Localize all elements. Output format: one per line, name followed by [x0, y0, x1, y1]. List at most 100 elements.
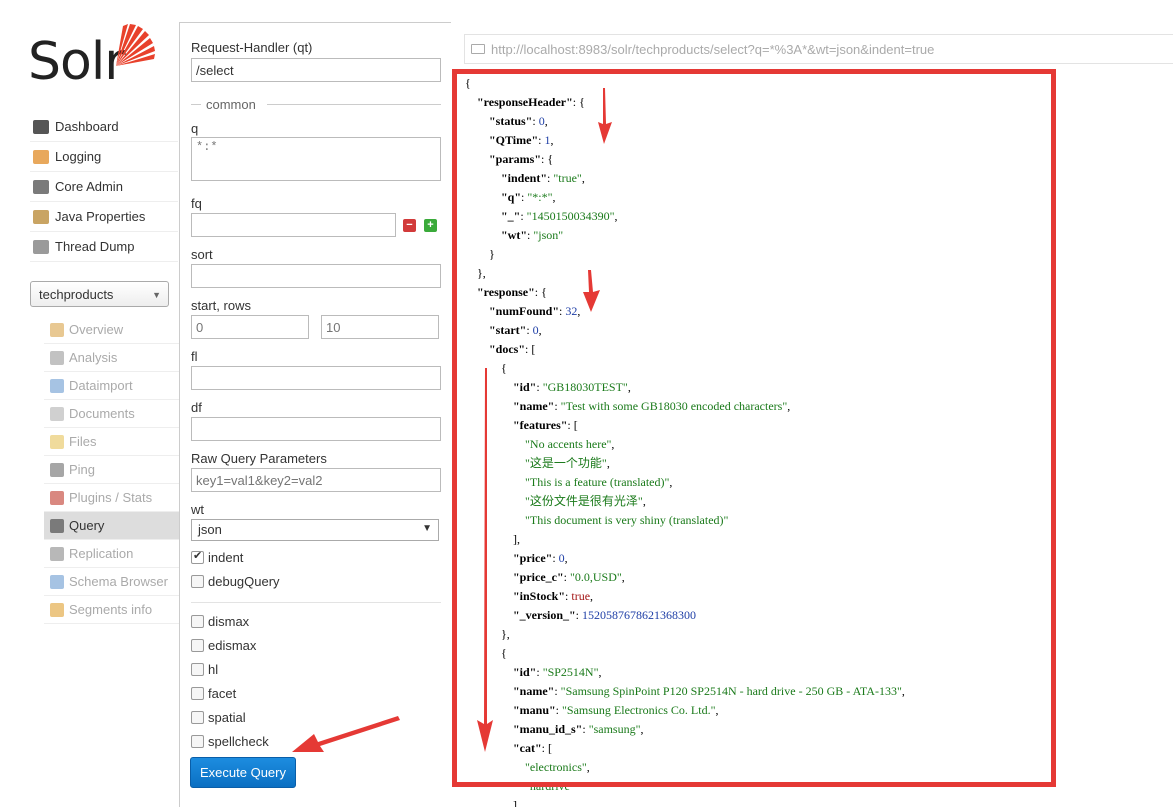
- json-key: "manu_id_s": [513, 722, 583, 736]
- core-selector[interactable]: techproducts ▼: [30, 281, 169, 307]
- nav-item-label: Dashboard: [55, 119, 119, 134]
- add-fq-icon[interactable]: +: [424, 219, 437, 232]
- home-icon: [50, 322, 64, 337]
- core-nav-item-label: Overview: [69, 322, 124, 337]
- start-input[interactable]: [191, 315, 309, 339]
- json-punct: ,: [901, 684, 905, 698]
- core-nav-item-query[interactable]: Query: [44, 512, 180, 540]
- df-label: df: [191, 400, 202, 415]
- hl-checkbox[interactable]: [191, 663, 204, 676]
- json-key: "inStock": [513, 589, 566, 603]
- sort-input[interactable]: [191, 264, 441, 288]
- json-punct: ,: [581, 171, 585, 185]
- core-nav-item-schema-browser[interactable]: Schema Browser: [44, 568, 180, 596]
- core-nav-item-documents[interactable]: Documents: [44, 400, 180, 428]
- core-nav-item-replication[interactable]: Replication: [44, 540, 180, 568]
- debug-query-checkbox[interactable]: [191, 575, 204, 588]
- core-nav-item-overview[interactable]: Overview: [44, 316, 180, 344]
- json-key: "price": [513, 551, 553, 565]
- df-input[interactable]: [191, 417, 441, 441]
- json-line: "docs": [: [489, 342, 535, 356]
- core-nav-item-dataimport[interactable]: Dataimport: [44, 372, 180, 400]
- core-nav-item-label: Analysis: [69, 350, 118, 365]
- spellcheck-checkbox[interactable]: [191, 735, 204, 748]
- json-punct: {: [465, 76, 471, 90]
- nav-item-dashboard[interactable]: Dashboard: [30, 112, 178, 142]
- q-input[interactable]: *:*: [191, 137, 441, 181]
- core-nav-item-label: Query: [69, 518, 105, 533]
- spatial-checkbox[interactable]: [191, 711, 204, 724]
- json-key: "indent": [501, 171, 548, 185]
- json-line: "id": "SP2514N",: [513, 665, 602, 679]
- json-line: "这份文件是很有光泽",: [525, 494, 646, 508]
- fq-input[interactable]: [191, 213, 396, 237]
- json-key: "id": [513, 665, 537, 679]
- json-punct: ,: [614, 209, 618, 223]
- json-key: "_version_": [513, 608, 576, 622]
- json-line: "QTime": 1,: [489, 133, 553, 147]
- json-line: }: [489, 247, 495, 261]
- schema-browser-icon: [50, 574, 64, 589]
- dismax-checkbox[interactable]: [191, 615, 204, 628]
- json-line: {: [501, 646, 507, 660]
- json-line: {: [465, 76, 471, 90]
- query-form: Request-Handler (qt) common q *:* fq − +…: [179, 22, 451, 807]
- core-nav-item-segments-info[interactable]: Segments info: [44, 596, 180, 624]
- solr-logo[interactable]: Solr: [28, 22, 168, 92]
- wt-select[interactable]: json ▼: [191, 519, 439, 541]
- json-key: "wt": [501, 228, 527, 242]
- common-legend: common: [206, 97, 256, 112]
- core-nav-item-ping[interactable]: Ping: [44, 456, 180, 484]
- core-nav-item-label: Replication: [69, 546, 134, 561]
- facet-checkbox[interactable]: [191, 687, 204, 700]
- request-handler-input[interactable]: [191, 58, 441, 82]
- json-line: "_": "1450150034390",: [501, 209, 617, 223]
- json-line: "name": "Test with some GB18030 encoded …: [513, 399, 790, 413]
- json-punct: : [: [525, 342, 536, 356]
- json-punct: ,: [544, 114, 548, 128]
- execute-query-button[interactable]: Execute Query: [190, 757, 296, 788]
- json-punct: ,: [564, 551, 568, 565]
- nav-item-thread-dump[interactable]: Thread Dump: [30, 232, 178, 262]
- json-key: "name": [513, 684, 555, 698]
- main-nav: Dashboard Logging Core Admin Java Propertie…: [30, 112, 178, 262]
- json-value: 1520587678621368300: [582, 608, 696, 622]
- common-fieldset: common: [191, 97, 441, 112]
- nav-item-label: Java Properties: [55, 209, 146, 224]
- json-punct: ],: [513, 798, 520, 807]
- fq-label: fq: [191, 196, 202, 211]
- json-line: "manu": "Samsung Electronics Co. Ltd.",: [513, 703, 718, 717]
- json-key: "_": [501, 209, 521, 223]
- nav-item-core-admin[interactable]: Core Admin: [30, 172, 178, 202]
- fl-input[interactable]: [191, 366, 441, 390]
- nav-item-java-properties[interactable]: Java Properties: [30, 202, 178, 232]
- dismax-label: dismax: [208, 614, 250, 629]
- link-icon: [471, 44, 485, 54]
- json-punct: ,: [590, 589, 594, 603]
- json-line: "params": {: [489, 152, 553, 166]
- rows-input[interactable]: [321, 315, 439, 339]
- json-key: "manu": [513, 703, 556, 717]
- json-punct: ,: [552, 190, 556, 204]
- json-key: "cat": [513, 741, 542, 755]
- json-line: "manu_id_s": "samsung",: [513, 722, 644, 736]
- nav-item-logging[interactable]: Logging: [30, 142, 178, 172]
- json-punct: ,: [621, 570, 625, 584]
- json-value: "electronics": [525, 760, 587, 774]
- indent-checkbox[interactable]: [191, 549, 204, 564]
- core-nav-item-analysis[interactable]: Analysis: [44, 344, 180, 372]
- core-nav-item-files[interactable]: Files: [44, 428, 180, 456]
- json-punct: ,: [606, 456, 610, 470]
- remove-fq-icon[interactable]: −: [403, 219, 416, 232]
- json-punct: {: [501, 646, 507, 660]
- json-punct: : {: [572, 95, 585, 109]
- json-punct: ],: [513, 532, 520, 546]
- core-nav-item-plugins-stats[interactable]: Plugins / Stats: [44, 484, 180, 512]
- core-nav-item-label: Files: [69, 434, 97, 449]
- spatial-label: spatial: [208, 710, 246, 725]
- json-key: "QTime": [489, 133, 539, 147]
- edismax-checkbox[interactable]: [191, 639, 204, 652]
- request-handler-label: Request-Handler (qt): [191, 40, 313, 55]
- raw-params-input[interactable]: [191, 468, 441, 492]
- result-url-bar[interactable]: http://localhost:8983/solr/techproducts/…: [464, 34, 1173, 64]
